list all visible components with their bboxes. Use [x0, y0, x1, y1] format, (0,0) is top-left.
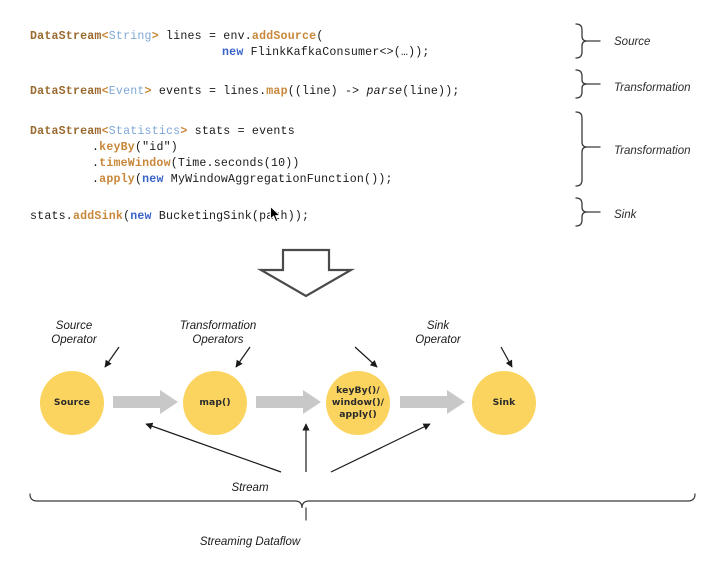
code-token: BucketingSink(path)); — [151, 210, 310, 223]
flow-arrow-3 — [400, 390, 465, 414]
code-token: Event — [108, 85, 145, 98]
label-stream: Stream — [231, 482, 269, 494]
code-token: > — [180, 125, 195, 138]
node-source[interactable]: Source — [40, 371, 104, 435]
code-token: addSink — [72, 210, 124, 223]
stream-pointer-group — [145, 422, 431, 473]
code-token: keyBy — [99, 141, 135, 154]
node-source-label: Source — [53, 397, 91, 408]
code-line-4: DataStream<Statistics> stats = events — [30, 124, 295, 140]
code-line-1: DataStream<String> lines = env.addSource… — [30, 29, 324, 45]
code-line-2: new FlinkKafkaConsumer<>(…)); — [222, 45, 430, 61]
node-sink-label: Sink — [492, 397, 516, 408]
pointer-transformation-2 — [354, 346, 378, 368]
label-sink-operator: Sink Operator — [415, 320, 461, 346]
code-line-7: .apply(new MyWindowAggregationFunction()… — [92, 172, 393, 188]
flow-arrow-1 — [113, 390, 178, 414]
code-token: addSource — [251, 30, 317, 43]
node-window[interactable]: keyBy()/ window()/ apply() — [326, 371, 390, 435]
code-token: < — [101, 125, 109, 138]
code-token: ("id") — [134, 141, 178, 154]
code-token: (line)); — [402, 85, 460, 98]
brace-label-source: Source — [614, 36, 651, 48]
code-token: FlinkKafkaConsumer<>(…)); — [243, 46, 430, 59]
flow-arrow-2 — [256, 390, 321, 414]
brace-label-transformation-1: Transformation — [614, 82, 691, 94]
code-token: stats = events — [194, 125, 295, 138]
code-token: new — [222, 46, 244, 59]
node-map-label: map() — [199, 397, 231, 408]
label-source-operator: Source Operator — [51, 320, 97, 346]
code-token: < — [101, 85, 109, 98]
code-token: DataStream — [30, 125, 102, 138]
code-token: > — [144, 85, 159, 98]
pointer-sink-operator — [500, 346, 513, 368]
code-token: String — [108, 30, 152, 43]
down-arrow-icon — [256, 248, 356, 298]
code-token: apply — [99, 173, 135, 186]
code-token: ( — [316, 30, 324, 43]
code-token: stats. — [30, 210, 73, 223]
code-line-5: .keyBy("id") — [92, 140, 178, 156]
code-token: < — [101, 30, 109, 43]
node-map[interactable]: map() — [183, 371, 247, 435]
code-line-6: .timeWindow(Time.seconds(10)) — [92, 156, 300, 172]
code-token: timeWindow — [99, 157, 171, 170]
code-line-3: DataStream<Event> events = lines.map((li… — [30, 84, 460, 100]
pointer-source-operator — [104, 346, 120, 368]
code-token: (Time.seconds(10)) — [170, 157, 300, 170]
code-token: parse — [366, 85, 403, 98]
operator-pointer-group — [104, 346, 513, 368]
pointer-transformation-1 — [235, 346, 251, 368]
mouse-cursor-icon — [270, 206, 281, 223]
flow-arrow-group — [113, 390, 465, 414]
code-token: DataStream — [30, 85, 102, 98]
code-token: events = lines. — [158, 85, 267, 98]
code-token: map — [266, 85, 288, 98]
node-sink[interactable]: Sink — [472, 371, 536, 435]
code-token: MyWindowAggregationFunction()); — [163, 173, 393, 186]
code-token: DataStream — [30, 30, 102, 43]
code-token: lines = env. — [166, 30, 252, 43]
bottom-brace — [29, 493, 696, 521]
brace-label-transformation-2: Transformation — [614, 145, 691, 157]
code-line-8: stats.addSink(new BucketingSink(path)); — [30, 209, 309, 225]
code-token: new — [130, 210, 152, 223]
code-token: new — [142, 173, 164, 186]
label-streaming-dataflow: Streaming Dataflow — [199, 536, 301, 548]
brace-label-sink: Sink — [614, 209, 637, 221]
code-token: > — [151, 30, 167, 43]
code-token: Statistics — [108, 125, 181, 138]
label-transformation-operators: Transformation Operators — [179, 320, 257, 346]
node-window-label: keyBy()/ window()/ apply() — [331, 385, 385, 420]
code-token: ((line) -> — [287, 85, 367, 98]
